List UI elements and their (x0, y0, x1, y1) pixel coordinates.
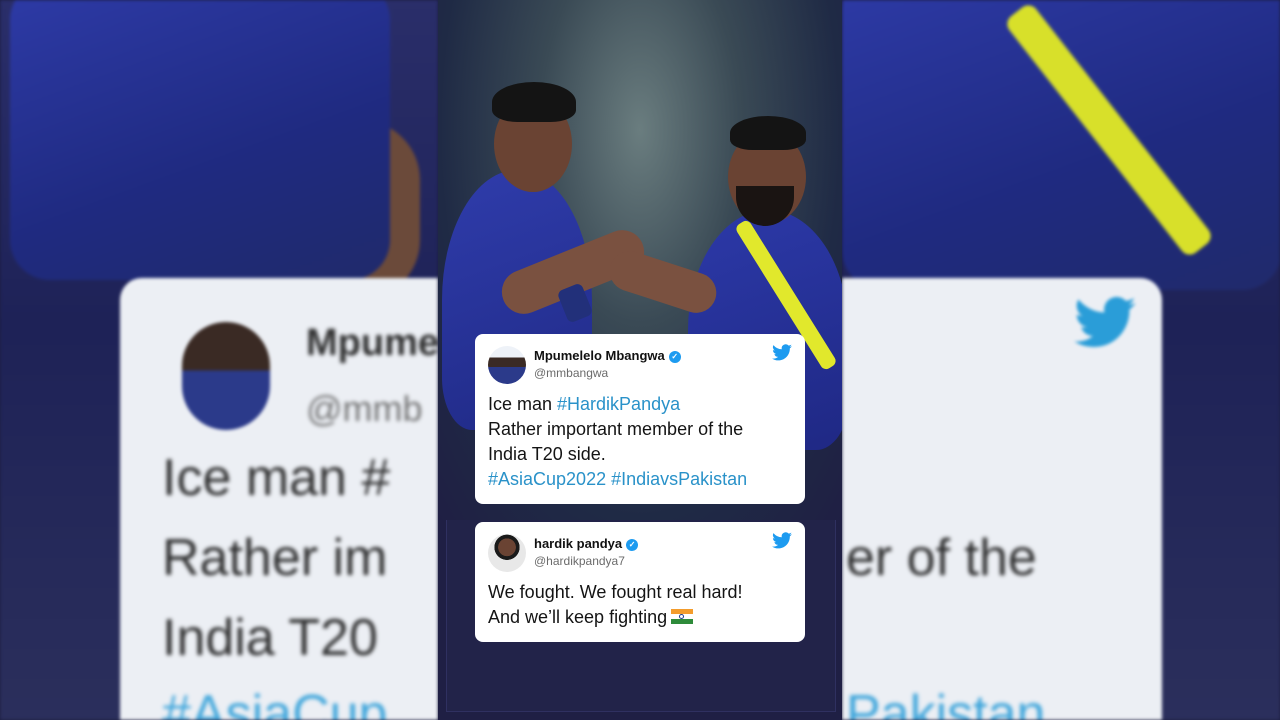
tweet-line: India T20 side. (488, 444, 606, 464)
blurred-avatar (182, 322, 270, 430)
author-name-text: hardik pandya (534, 536, 623, 551)
author-name[interactable]: Mpumelelo Mbangwa ✓ (534, 348, 681, 363)
right-blurred-backdrop: er of the Pakistan (842, 0, 1280, 720)
author-handle[interactable]: @hardikpandya7 (534, 554, 625, 568)
hashtag-link[interactable]: #AsiaCup2022 (488, 469, 606, 489)
tweet-line: Ice man #HardikPandya (488, 392, 791, 417)
india-flag-icon (671, 609, 694, 624)
blurred-twitter-bird-icon (1074, 296, 1136, 347)
avatar-hardik[interactable] (488, 534, 526, 572)
tweet-line: #AsiaCup2022 #IndiavsPakistan (488, 467, 791, 492)
tweet-text: Ice man (488, 394, 558, 414)
blurred-line: Rather im (162, 529, 388, 587)
blurred-author-name: Mpume (306, 322, 438, 364)
blurred-line: Pakistan (846, 685, 1046, 720)
tweet-line: We fought. We fought real hard! (488, 582, 743, 602)
tweet-header: hardik pandya ✓ @hardikpandya7 (488, 532, 792, 576)
tweet-line: And we’ll keep fighting (488, 605, 791, 630)
blurred-line: Ice man # (162, 449, 391, 507)
player-right-hair (730, 116, 806, 150)
author-handle[interactable]: @mmbangwa (534, 366, 608, 380)
hashtag-link[interactable]: #IndiavsPakistan (611, 469, 747, 489)
blurred-jersey (10, 0, 390, 280)
tweet-body: We fought. We fought real hard! And we’l… (488, 580, 791, 630)
tweet-body: Ice man #HardikPandya Rather important m… (488, 392, 791, 492)
hashtag-link[interactable]: #HardikPandya (557, 394, 680, 414)
author-name-text: Mpumelelo Mbangwa (534, 348, 665, 363)
left-blurred-backdrop: Mpume @mmb Ice man # Rather im India T20… (0, 0, 438, 720)
twitter-bird-icon (772, 532, 792, 549)
verified-badge-icon: ✓ (626, 539, 639, 551)
center-post-panel: Mpumelelo Mbangwa ✓ @mmbangwa Ice man #Ha… (438, 0, 842, 720)
tweet-card-mbangwa[interactable]: Mpumelelo Mbangwa ✓ @mmbangwa Ice man #Ha… (475, 334, 805, 504)
author-name[interactable]: hardik pandya ✓ (534, 536, 639, 551)
verified-badge-icon: ✓ (668, 351, 681, 363)
blurred-line: India T20 (162, 609, 378, 667)
player-left-hair (492, 82, 576, 122)
blurred-line: #AsiaCup (162, 685, 388, 720)
blurred-line: er of the (846, 529, 1037, 587)
tweet-card-hardik[interactable]: hardik pandya ✓ @hardikpandya7 We fought.… (475, 522, 805, 642)
blurred-handle: @mmb (306, 388, 423, 429)
tweet-header: Mpumelelo Mbangwa ✓ @mmbangwa (488, 344, 792, 388)
tweet-text: And we’ll keep fighting (488, 607, 668, 627)
tweet-line: Rather important member of the (488, 419, 744, 439)
twitter-bird-icon (772, 344, 792, 361)
avatar-mbangwa[interactable] (488, 346, 526, 384)
